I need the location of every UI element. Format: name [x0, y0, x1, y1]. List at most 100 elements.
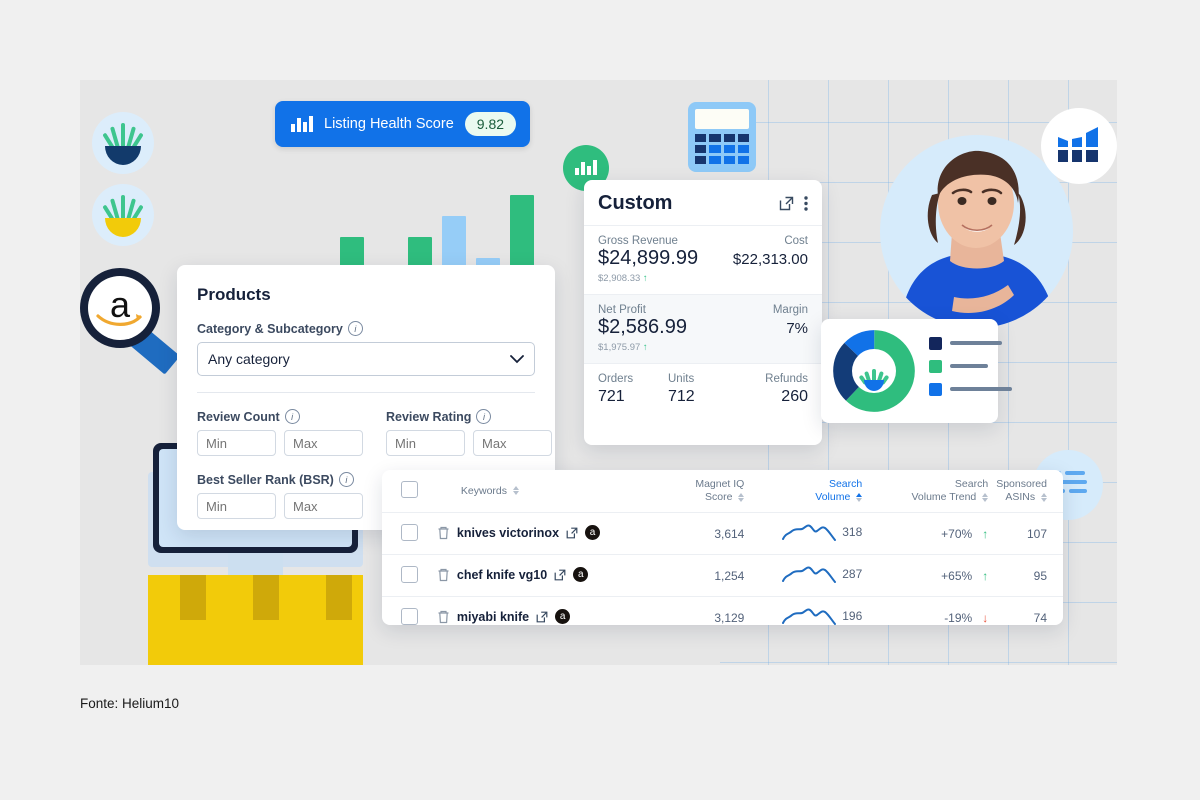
orders-value: 721	[598, 388, 625, 405]
keywords-table: Keywords Magnet IQ Score Search Volume S…	[382, 470, 1063, 625]
column-keywords-label: Keywords	[460, 484, 507, 497]
source-caption: Fonte: Helium10	[80, 696, 180, 711]
trend-up-icon: ↑	[642, 342, 648, 353]
delete-icon[interactable]	[437, 526, 450, 540]
sort-icon-active[interactable]	[856, 492, 863, 502]
sparkline	[782, 524, 837, 542]
external-link-icon[interactable]	[566, 527, 578, 539]
custom-metrics-card: Custom Gross Revenue Cost $24,899.99 $22…	[584, 180, 822, 445]
amazon-icon[interactable]: a	[573, 567, 589, 582]
column-magnet-iq[interactable]: Magnet IQ Score	[637, 470, 748, 513]
trend-value: +65%	[941, 568, 973, 583]
net-profit-section: Net Profit Margin $2,586.99 7% $1,975.97…	[584, 294, 822, 363]
info-icon[interactable]: i	[347, 321, 363, 336]
sort-icon[interactable]	[1041, 492, 1047, 502]
search-volume-value: 196	[842, 609, 863, 624]
cost-value: $22,313.00	[732, 251, 808, 268]
keywords-table-card: Keywords Magnet IQ Score Search Volume S…	[382, 470, 1063, 625]
plant-yellow-icon	[92, 184, 154, 246]
row-checkbox[interactable]	[400, 523, 418, 541]
calculator-icon	[688, 102, 756, 172]
person-portrait	[880, 135, 1073, 328]
magnet-iq-score: 1,254	[637, 554, 749, 597]
select-all-header	[382, 470, 437, 513]
custom-card-header: Custom	[584, 180, 822, 225]
orders-metric: Orders 721	[598, 373, 668, 406]
row-checkbox[interactable]	[400, 607, 418, 625]
category-label-text: Category & Subcategory	[197, 321, 343, 336]
units-value: 712	[668, 388, 695, 405]
table-row[interactable]: knives victorinox a 3,614 318 +70% ↑ 107	[382, 512, 1063, 555]
select-all-checkbox[interactable]	[400, 480, 418, 498]
donut-chart	[833, 330, 915, 412]
external-link-icon[interactable]	[536, 611, 548, 623]
sponsored-asins-value: 107	[992, 512, 1063, 555]
review-rating-label-text: Review Rating	[386, 409, 472, 424]
category-label: Category & Subcategory i	[197, 321, 535, 336]
sort-icon[interactable]	[738, 492, 745, 502]
gross-revenue-delta: $2,908.33 ↑	[598, 273, 808, 284]
plant-icon	[852, 349, 896, 393]
margin-label: Margin	[772, 304, 808, 316]
trend-up-icon: ↑	[982, 568, 989, 583]
category-select[interactable]: Any category	[197, 342, 535, 376]
review-count-min-input[interactable]	[197, 430, 276, 456]
info-icon[interactable]: i	[476, 409, 492, 424]
listing-health-score-badge[interactable]: Listing Health Score 9.82	[275, 101, 531, 147]
bsr-max-input[interactable]	[284, 493, 363, 519]
screenshot-root: a Listing Health Score 9.82 Products Cat…	[0, 0, 1200, 800]
column-sponsored-asins[interactable]: Sponsored ASINs	[992, 470, 1063, 513]
legend-row	[929, 336, 1012, 350]
column-search-volume-line1: Search	[828, 478, 863, 490]
column-volume-trend[interactable]: Search Volume Trend	[866, 470, 992, 513]
bsr-label-text: Best Seller Rank (BSR)	[197, 472, 334, 487]
orders-label: Orders	[598, 373, 634, 385]
listing-health-value: 9.82	[464, 112, 517, 136]
column-magnet-iq-line1: Magnet IQ	[695, 478, 745, 490]
column-keywords[interactable]: Keywords	[437, 470, 637, 513]
refunds-value: 260	[781, 388, 808, 405]
legend-placeholder-bar	[950, 387, 1012, 391]
column-search-volume[interactable]: Search Volume	[748, 470, 866, 513]
table-row[interactable]: miyabi knife a 3,129 196 -19% ↓ 74	[382, 596, 1063, 625]
gross-revenue-delta-value: $2,908.33	[598, 273, 641, 284]
external-link-icon[interactable]	[554, 569, 566, 581]
sort-icon[interactable]	[512, 486, 519, 496]
plant-navy-icon	[92, 112, 154, 174]
legend-swatch	[929, 359, 942, 373]
legend-placeholder-bar	[950, 341, 1002, 345]
legend-placeholder-bar	[950, 364, 988, 368]
amazon-magnifier-icon: a	[80, 268, 190, 378]
info-icon[interactable]: i	[338, 472, 354, 487]
keyword-name: knives victorinox	[456, 525, 560, 540]
magnet-iq-score: 3,129	[637, 596, 749, 625]
trend-down-icon: ↓	[982, 610, 989, 625]
sponsored-asins-value: 95	[992, 554, 1063, 597]
trend-up-icon: ↑	[642, 273, 648, 284]
external-link-icon[interactable]	[779, 196, 794, 211]
column-volume-trend-line2: Volume Trend	[911, 491, 977, 504]
gross-revenue-value: $24,899.99	[598, 247, 699, 269]
delete-icon[interactable]	[437, 610, 450, 624]
row-checkbox[interactable]	[400, 565, 418, 583]
table-row[interactable]: chef knife vg10 a 1,254 287 +65% ↑ 95	[382, 554, 1063, 597]
sort-icon[interactable]	[982, 492, 989, 502]
review-count-max-input[interactable]	[284, 430, 363, 456]
kebab-menu-icon[interactable]	[804, 196, 808, 211]
amazon-icon[interactable]: a	[555, 609, 571, 624]
delete-icon[interactable]	[437, 568, 450, 582]
bar-chart-icon	[291, 116, 313, 132]
bsr-min-input[interactable]	[197, 493, 276, 519]
shipping-boxes	[148, 575, 363, 665]
info-icon[interactable]: i	[284, 409, 300, 424]
amazon-icon[interactable]: a	[585, 525, 601, 540]
review-rating-max-input[interactable]	[473, 430, 552, 456]
refunds-label: Refunds	[765, 373, 808, 385]
trend-up-icon: ↑	[982, 526, 989, 541]
custom-card-title: Custom	[598, 192, 673, 214]
sparkline	[782, 608, 837, 625]
orders-section: Orders 721 Units 712 Refunds 260	[584, 363, 822, 416]
donut-legend	[929, 336, 1012, 406]
review-rating-min-input[interactable]	[386, 430, 465, 456]
net-profit-label: Net Profit	[598, 304, 646, 316]
